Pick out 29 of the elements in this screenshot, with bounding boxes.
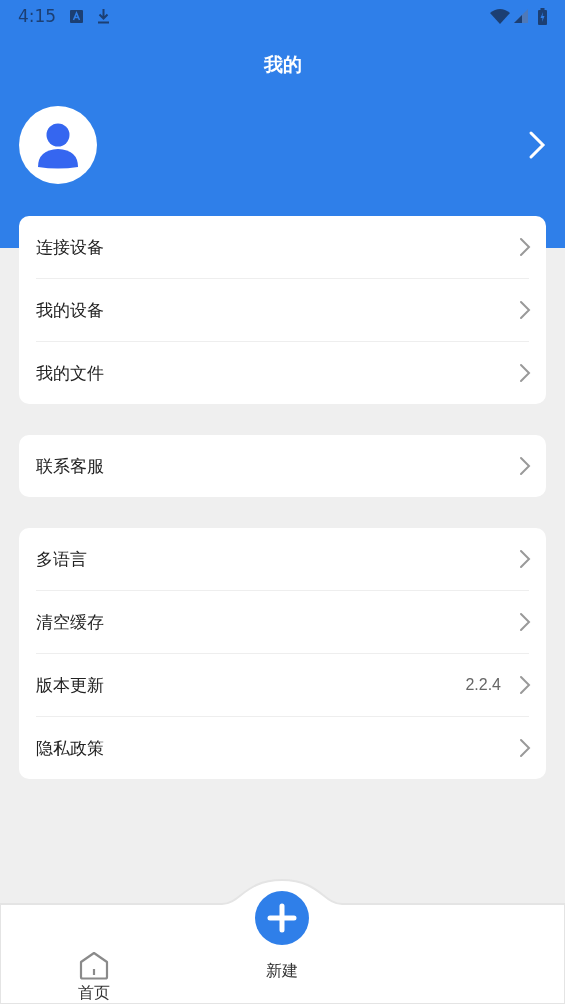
chevron-right-icon: [519, 300, 531, 320]
chevron-right-icon: [519, 363, 531, 383]
menu-item[interactable]: 多语言: [36, 528, 529, 590]
chevron-right-icon: [519, 549, 531, 569]
wifi-icon: [490, 8, 510, 24]
menu-item[interactable]: 隐私政策: [36, 716, 529, 779]
menu-item[interactable]: 连接设备: [36, 216, 529, 278]
status-time: 4:15: [18, 6, 57, 26]
page-title: 我的: [262, 52, 303, 77]
battery-icon: [538, 7, 547, 25]
nav-tab[interactable]: 首页: [0, 927, 188, 1004]
menu-item[interactable]: 我的文件: [36, 341, 529, 404]
home-icon: [79, 951, 109, 980]
menu-item[interactable]: 版本更新 2.2.4: [36, 653, 529, 716]
menu-item[interactable]: 联系客服: [36, 435, 529, 497]
menu-item[interactable]: 清空缓存: [36, 590, 529, 653]
chevron-right-icon: [519, 738, 531, 758]
menu-item[interactable]: 我的设备: [36, 278, 529, 341]
chevron-right-icon[interactable]: [528, 130, 546, 160]
chevron-right-icon: [519, 675, 531, 695]
keyboard-notification-icon: [70, 9, 84, 23]
avatar-icon[interactable]: [19, 106, 97, 184]
signal-icon: [514, 9, 528, 23]
add-icon: [255, 891, 309, 945]
chevron-right-icon: [519, 612, 531, 632]
chevron-right-icon: [519, 456, 531, 476]
nav-tab[interactable]: 新建: [188, 891, 376, 994]
chevron-right-icon: [519, 237, 531, 257]
download-icon: [97, 8, 111, 24]
